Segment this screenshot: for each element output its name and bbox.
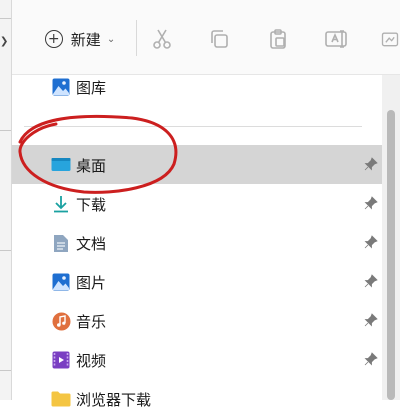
- nav-item-browser-downloads[interactable]: 浏览器下载: [12, 379, 382, 418]
- nav-divider: [24, 126, 362, 127]
- nav-item-label: 图片: [76, 274, 107, 292]
- nav-item-label: 桌面: [76, 157, 107, 175]
- left-pane-edge: ❯: [0, 0, 12, 400]
- toolbar-divider: [136, 20, 137, 56]
- videos-icon: [51, 350, 71, 370]
- paste-icon: [270, 29, 286, 49]
- nav-item-pictures[interactable]: 图片: [12, 262, 382, 301]
- nav-item-music[interactable]: 音乐: [12, 301, 382, 340]
- music-icon: [51, 311, 71, 331]
- nav-item-gallery[interactable]: 图库: [12, 67, 382, 106]
- new-button[interactable]: + 新建 ⌄: [30, 24, 130, 54]
- gallery-icon: [51, 77, 71, 97]
- cut-icon: [153, 29, 171, 49]
- scrollbar-thumb[interactable]: [387, 110, 395, 400]
- pin-icon[interactable]: [364, 157, 378, 173]
- chevron-left-icon[interactable]: ❯: [0, 36, 8, 47]
- nav-item-label: 下载: [76, 196, 107, 214]
- new-button-label: 新建: [70, 30, 101, 49]
- paste-button[interactable]: [262, 24, 294, 54]
- desktop-icon: [51, 155, 71, 175]
- nav-item-desktop[interactable]: 桌面: [12, 145, 382, 184]
- rename-button[interactable]: [321, 24, 353, 54]
- share-icon: [381, 32, 399, 47]
- folder-icon: [51, 389, 71, 409]
- pin-icon[interactable]: [364, 196, 378, 212]
- plus-icon: +: [44, 30, 63, 48]
- copy-button[interactable]: [203, 24, 235, 54]
- cut-button[interactable]: [146, 24, 178, 54]
- nav-item-documents[interactable]: 文档: [12, 223, 382, 262]
- nav-item-videos[interactable]: 视频: [12, 340, 382, 379]
- nav-item-label: 视频: [76, 352, 107, 370]
- scrollbar[interactable]: [382, 75, 400, 400]
- pin-icon[interactable]: [364, 352, 378, 368]
- share-button[interactable]: [380, 24, 400, 54]
- pictures-icon: [51, 272, 71, 292]
- navigation-pane: 图库 桌面 下载 文档 图片 音乐 视频 浏览器下载: [12, 75, 382, 409]
- nav-item-downloads[interactable]: 下载: [12, 184, 382, 223]
- nav-item-label: 文档: [76, 235, 107, 253]
- pin-icon[interactable]: [364, 235, 378, 251]
- download-icon: [51, 194, 71, 214]
- documents-icon: [51, 233, 71, 253]
- pin-icon[interactable]: [364, 274, 378, 290]
- rename-icon: [325, 30, 347, 48]
- command-bar: + 新建 ⌄: [12, 0, 400, 75]
- chevron-down-icon: ⌄: [106, 33, 116, 45]
- copy-icon: [211, 30, 228, 48]
- nav-item-label: 图库: [76, 79, 107, 97]
- pin-icon[interactable]: [364, 313, 378, 329]
- nav-item-label: 音乐: [76, 313, 107, 331]
